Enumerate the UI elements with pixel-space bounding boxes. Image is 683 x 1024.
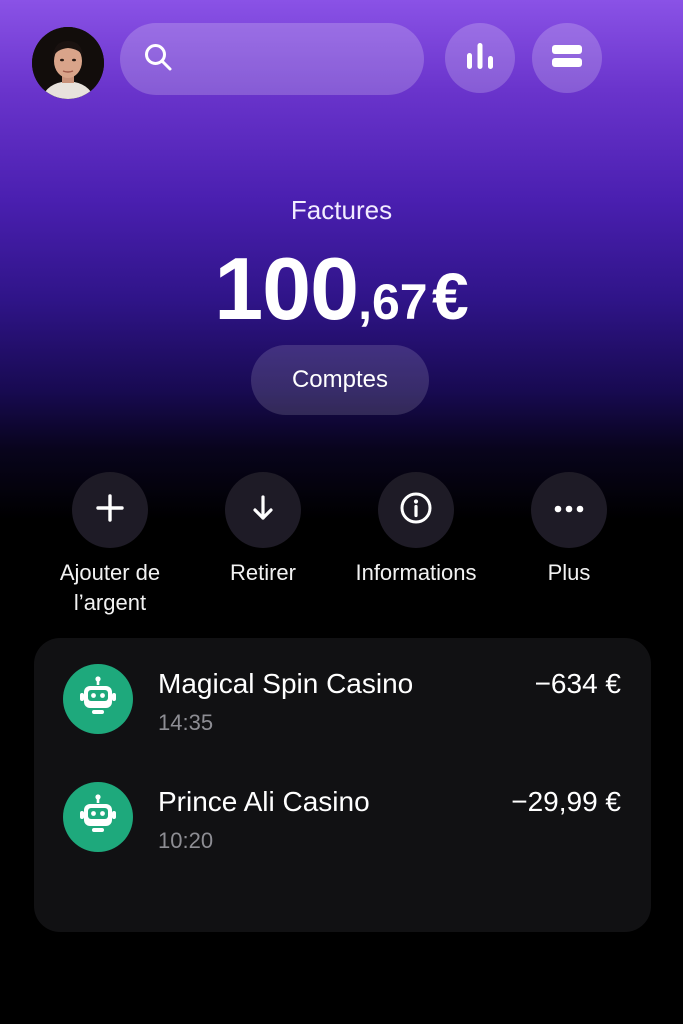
info-label: Informations xyxy=(355,560,477,585)
info-icon xyxy=(399,491,433,530)
stats-button[interactable] xyxy=(445,23,515,93)
robot-icon xyxy=(76,675,120,724)
merchant-name: Magical Spin Casino xyxy=(158,668,414,699)
balance-amount: 100,67 € xyxy=(0,238,683,340)
search-input[interactable] xyxy=(186,47,406,71)
merchant-logo xyxy=(63,782,133,852)
add-money-button[interactable] xyxy=(72,472,148,548)
transaction-row[interactable]: Prince Ali Casino 10:20 −29,99 € xyxy=(34,756,651,856)
balance-decimal: ,67 xyxy=(358,274,428,330)
balance-label: Factures xyxy=(290,195,393,225)
merchant-name: Prince Ali Casino xyxy=(158,786,370,817)
top-bar xyxy=(30,22,653,99)
withdraw-button[interactable] xyxy=(225,472,301,548)
transaction-row[interactable]: Magical Spin Casino 14:35 −634 € xyxy=(34,638,651,738)
bar-chart-icon xyxy=(463,39,497,78)
arrow-down-icon xyxy=(248,493,278,528)
info-button[interactable] xyxy=(378,472,454,548)
transactions-card: Magical Spin Casino 14:35 −634 € Prince xyxy=(34,638,651,932)
more-label: Plus xyxy=(547,560,591,585)
add-money-label-line2: l’argent xyxy=(73,590,147,615)
withdraw-action[interactable]: Retirer xyxy=(188,472,338,588)
cards-icon xyxy=(550,41,584,76)
search-bar[interactable] xyxy=(120,23,424,95)
merchant-logo xyxy=(63,664,133,734)
transaction-time: 10:20 xyxy=(158,828,214,853)
cards-button[interactable] xyxy=(532,23,602,93)
accounts-button[interactable]: Comptes xyxy=(251,345,429,415)
transaction-time: 14:35 xyxy=(158,710,214,735)
add-money-label-line1: Ajouter de xyxy=(59,560,161,585)
balance-currency: € xyxy=(432,259,469,333)
avatar[interactable] xyxy=(32,27,104,99)
quick-actions: Ajouter de l’argent Retirer Informations… xyxy=(0,472,683,632)
transaction-amount: −634 € xyxy=(534,668,621,699)
more-action[interactable]: Plus xyxy=(494,472,644,588)
withdraw-label: Retirer xyxy=(229,560,296,585)
search-icon xyxy=(142,41,174,78)
plus-icon xyxy=(95,493,125,528)
more-button[interactable] xyxy=(531,472,607,548)
info-action[interactable]: Informations xyxy=(341,472,491,588)
add-money-action[interactable]: Ajouter de l’argent xyxy=(35,472,185,618)
more-icon xyxy=(552,501,586,519)
add-money-label: Ajouter de l’argent xyxy=(35,558,185,618)
robot-icon xyxy=(76,793,120,842)
transaction-amount: −29,99 € xyxy=(511,786,621,817)
balance-integer: 100 xyxy=(214,239,359,338)
